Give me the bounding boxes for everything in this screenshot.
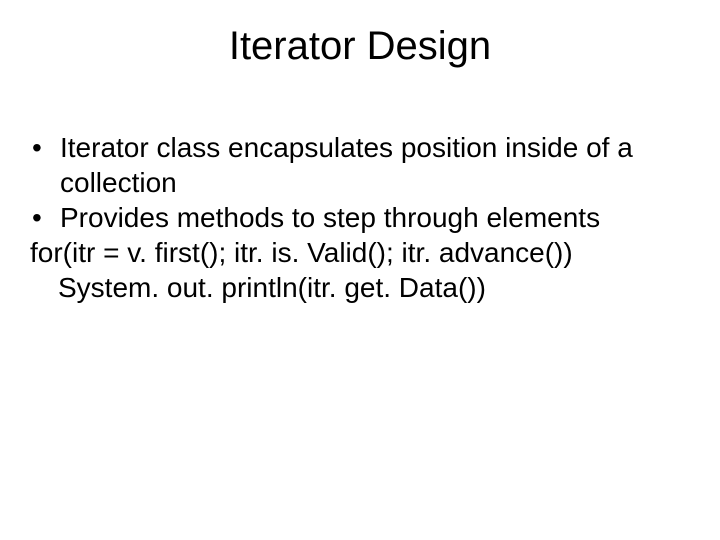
bullet-icon: • <box>30 200 60 235</box>
slide: Iterator Design • Iterator class encapsu… <box>0 0 720 540</box>
code-line: System. out. println(itr. get. Data()) <box>30 270 690 305</box>
code-line: for(itr = v. first(); itr. is. Valid(); … <box>30 235 690 270</box>
bullet-item: • Provides methods to step through eleme… <box>30 200 690 235</box>
bullet-text: Iterator class encapsulates position ins… <box>60 130 690 200</box>
slide-title: Iterator Design <box>0 24 720 69</box>
bullet-icon: • <box>30 130 60 165</box>
bullet-text: Provides methods to step through element… <box>60 200 690 235</box>
slide-body: • Iterator class encapsulates position i… <box>30 130 690 305</box>
bullet-item: • Iterator class encapsulates position i… <box>30 130 690 200</box>
